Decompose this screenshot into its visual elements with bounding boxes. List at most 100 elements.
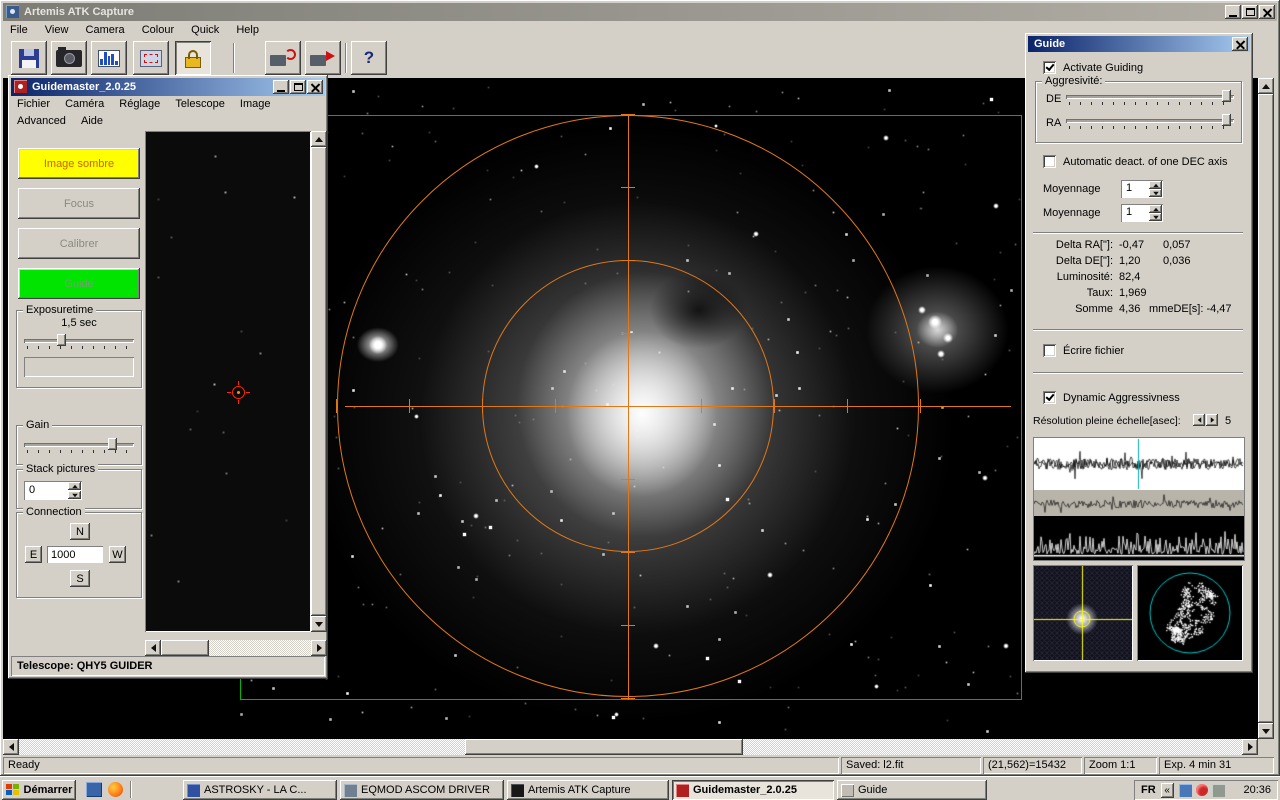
guidemaster-titlebar[interactable]: Guidemaster_2.0.25 bbox=[11, 78, 325, 96]
west-button[interactable]: W bbox=[109, 546, 126, 563]
help-button[interactable]: ? bbox=[351, 41, 387, 75]
menu-telescope[interactable]: Telescope bbox=[169, 96, 231, 112]
menu-quick[interactable]: Quick bbox=[184, 21, 226, 39]
stat-label: Taux: bbox=[1086, 287, 1113, 299]
menu-file[interactable]: File bbox=[3, 21, 35, 39]
guide-panel-titlebar[interactable]: Guide bbox=[1028, 36, 1250, 52]
guidemaster-close-button[interactable] bbox=[307, 80, 323, 94]
north-button[interactable]: N bbox=[70, 523, 90, 540]
menu-camera[interactable]: Camera bbox=[79, 21, 132, 39]
task-artemis[interactable]: Artemis ATK Capture bbox=[507, 780, 669, 800]
east-button[interactable]: E bbox=[25, 546, 42, 563]
camera-button[interactable] bbox=[51, 41, 87, 75]
show-desktop-icon[interactable] bbox=[86, 782, 102, 797]
focus-button[interactable]: Focus bbox=[18, 188, 140, 219]
menu-reglage[interactable]: Réglage bbox=[113, 96, 166, 112]
spin-down-button[interactable] bbox=[1149, 189, 1162, 197]
exposure-group-label: Exposuretime bbox=[23, 304, 97, 316]
menu-view[interactable]: View bbox=[38, 21, 76, 39]
vertical-scroll-thumb[interactable] bbox=[1258, 94, 1274, 723]
ra-aggressivity-slider[interactable] bbox=[1066, 113, 1234, 130]
preview-horizontal-scrollbar[interactable] bbox=[145, 640, 327, 656]
task-guide[interactable]: Guide bbox=[837, 780, 987, 800]
marker-tick bbox=[227, 392, 231, 393]
guidemaster-maximize-button[interactable] bbox=[290, 80, 306, 94]
exposure-slider[interactable] bbox=[24, 333, 134, 350]
menu-colour[interactable]: Colour bbox=[135, 21, 181, 39]
aggressivity-group-label: Aggresivité: bbox=[1042, 75, 1106, 87]
stack-pictures-spinbox[interactable]: 0 bbox=[24, 481, 82, 500]
artemis-minimize-button[interactable] bbox=[1225, 5, 1241, 19]
de-aggressivity-slider[interactable] bbox=[1066, 89, 1234, 106]
scroll-right-button[interactable] bbox=[311, 640, 327, 656]
menu-aide[interactable]: Aide bbox=[75, 113, 109, 129]
gain-slider[interactable] bbox=[24, 437, 134, 454]
scroll-up-button[interactable] bbox=[1258, 78, 1274, 94]
snapshot-button[interactable] bbox=[305, 41, 341, 75]
loop-capture-button[interactable] bbox=[265, 41, 301, 75]
save-button[interactable] bbox=[11, 41, 47, 75]
image-vertical-scrollbar[interactable] bbox=[1258, 78, 1274, 739]
south-button[interactable]: S bbox=[70, 570, 90, 587]
slider-thumb[interactable] bbox=[1222, 90, 1232, 102]
tray-expand-button[interactable]: « bbox=[1160, 782, 1174, 798]
spin-up-button[interactable] bbox=[1149, 181, 1162, 189]
preview-vertical-scrollbar[interactable] bbox=[311, 131, 327, 632]
resolution-increase-button[interactable] bbox=[1206, 414, 1218, 426]
pulse-duration-input[interactable] bbox=[47, 546, 103, 563]
tray-alert-icon[interactable] bbox=[1195, 784, 1208, 796]
task-astrosky[interactable]: ASTROSKY - LA C... bbox=[183, 780, 337, 800]
slider-thumb[interactable] bbox=[57, 334, 66, 346]
guidemaster-window: Guidemaster_2.0.25 Fichier Caméra Réglag… bbox=[8, 75, 328, 679]
menu-camera-fr[interactable]: Caméra bbox=[59, 96, 110, 112]
histogram-button[interactable] bbox=[91, 41, 127, 75]
spin-up-button[interactable] bbox=[1149, 205, 1162, 213]
lock-button[interactable] bbox=[175, 41, 211, 75]
language-indicator[interactable]: FR bbox=[1141, 784, 1156, 796]
image-horizontal-scrollbar[interactable] bbox=[3, 739, 1258, 755]
browser-icon[interactable] bbox=[108, 782, 123, 797]
stack-pictures-value: 0 bbox=[29, 484, 36, 496]
slider-thumb[interactable] bbox=[107, 438, 117, 450]
spin-down-button[interactable] bbox=[68, 491, 81, 499]
write-file-checkbox[interactable] bbox=[1043, 344, 1056, 357]
dynamic-aggressivness-checkbox[interactable] bbox=[1043, 391, 1056, 404]
subframe-button[interactable] bbox=[133, 41, 169, 75]
menu-image[interactable]: Image bbox=[234, 96, 277, 112]
scroll-left-button[interactable] bbox=[3, 739, 19, 755]
vertical-scroll-thumb[interactable] bbox=[311, 147, 327, 616]
calibrate-button[interactable]: Calibrer bbox=[18, 228, 140, 259]
auto-deact-checkbox[interactable] bbox=[1043, 155, 1056, 168]
task-eqmod[interactable]: EQMOD ASCOM DRIVER bbox=[340, 780, 504, 800]
scroll-right-button[interactable] bbox=[1242, 739, 1258, 755]
arrow-down-icon bbox=[71, 493, 78, 497]
task-guidemaster[interactable]: Guidemaster_2.0.25 bbox=[672, 780, 834, 800]
resolution-decrease-button[interactable] bbox=[1193, 414, 1205, 426]
averaging-spinbox-2[interactable]: 1 bbox=[1121, 204, 1163, 222]
activate-guiding-checkbox[interactable] bbox=[1043, 61, 1056, 74]
spin-up-button[interactable] bbox=[68, 482, 81, 490]
spin-down-button[interactable] bbox=[1149, 213, 1162, 221]
artemis-close-button[interactable] bbox=[1259, 5, 1275, 19]
start-button[interactable]: Démarrer bbox=[2, 780, 76, 800]
artemis-maximize-button[interactable] bbox=[1242, 5, 1258, 19]
guide-panel-close-button[interactable] bbox=[1232, 37, 1248, 51]
menu-fichier[interactable]: Fichier bbox=[11, 96, 56, 112]
scroll-down-button[interactable] bbox=[1258, 723, 1274, 739]
averaging-spinbox-1[interactable]: 1 bbox=[1121, 180, 1163, 198]
scroll-down-button[interactable] bbox=[311, 616, 327, 632]
tray-network-icon[interactable] bbox=[1178, 783, 1192, 797]
horizontal-scroll-thumb[interactable] bbox=[161, 640, 209, 656]
guide-button[interactable]: Guide bbox=[18, 268, 140, 299]
scroll-up-button[interactable] bbox=[311, 131, 327, 147]
slider-thumb[interactable] bbox=[1222, 114, 1232, 126]
scroll-left-button[interactable] bbox=[145, 640, 161, 656]
dark-frame-button[interactable]: Image sombre bbox=[18, 148, 140, 179]
tray-volume-icon[interactable] bbox=[1211, 783, 1225, 797]
west-label: W bbox=[112, 548, 123, 561]
artemis-titlebar[interactable]: Artemis ATK Capture bbox=[3, 3, 1277, 21]
horizontal-scroll-thumb[interactable] bbox=[465, 739, 743, 755]
menu-advanced[interactable]: Advanced bbox=[11, 113, 72, 129]
menu-help[interactable]: Help bbox=[229, 21, 266, 39]
guidemaster-minimize-button[interactable] bbox=[273, 80, 289, 94]
